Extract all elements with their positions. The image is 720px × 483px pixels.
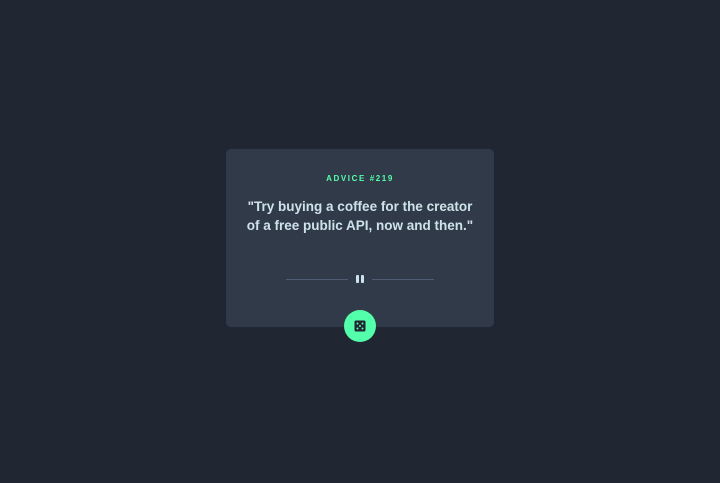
divider-line-left [286,278,348,280]
dice-icon [354,320,366,332]
advice-quote: "Try buying a coffee for the creator of … [246,199,474,233]
advice-id: ADVICE #219 [326,174,394,183]
divider-line-right [372,278,434,280]
pause-icon [355,275,365,283]
divider [286,273,434,285]
advice-card: ADVICE #219 "Try buying a coffee for the… [226,149,494,327]
generate-advice-button[interactable] [344,310,376,342]
